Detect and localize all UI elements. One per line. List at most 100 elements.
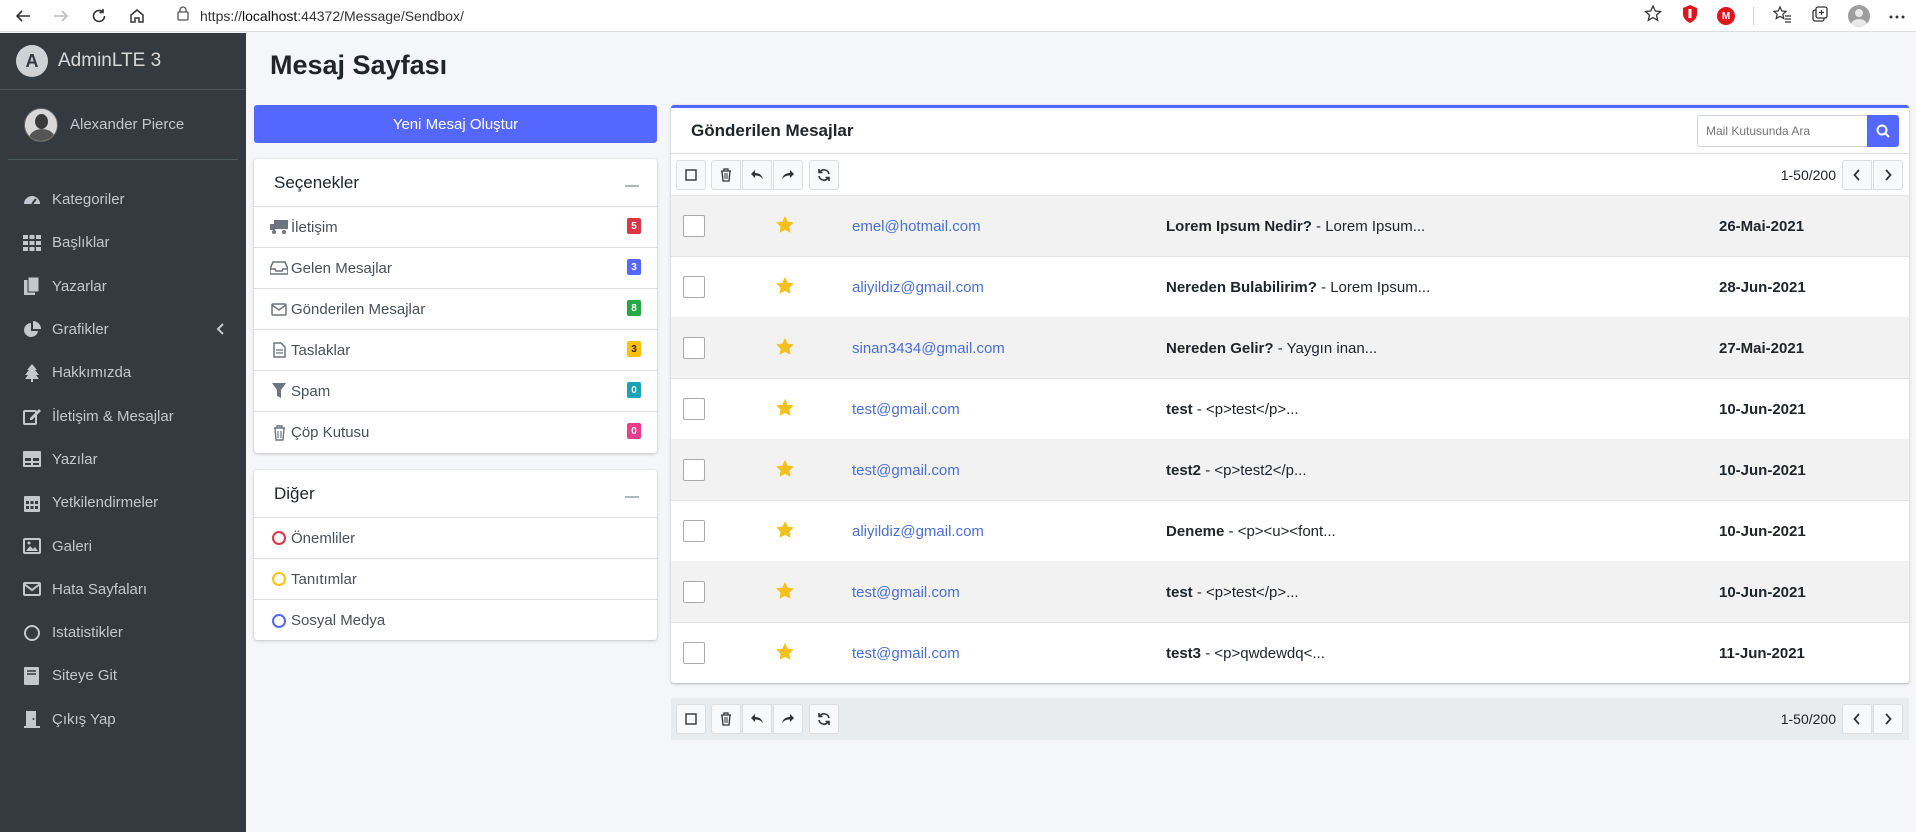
star-icon[interactable] (776, 521, 794, 543)
mail-subject[interactable]: Lorem Ipsum Nedir? - Lorem Ipsum... (1166, 218, 1425, 235)
star-icon[interactable] (776, 338, 794, 360)
label-onemliler[interactable]: Önemliler (254, 518, 657, 559)
mail-row[interactable]: test@gmail.com test - <p>test</p>... 10-Ju… (671, 379, 1909, 440)
star-icon[interactable] (776, 643, 794, 665)
folder-iletisim[interactable]: İletişim 5 (254, 207, 657, 248)
mail-date: 27-Mai-2021 (1719, 339, 1805, 357)
select-all-button[interactable] (676, 159, 706, 190)
next-page-button[interactable] (1873, 704, 1903, 734)
search-input[interactable] (1697, 115, 1867, 147)
sidebar-item-yazarlar[interactable]: Yazarlar (0, 265, 246, 308)
address-bar[interactable]: https://localhost:44372/Message/Sendbox/ (176, 3, 1596, 29)
sidebar-item-cikis-yap[interactable]: Çıkış Yap (0, 698, 246, 741)
row-checkbox[interactable] (683, 520, 705, 542)
forward-button[interactable] (773, 704, 803, 734)
extension-m-icon[interactable]: M (1717, 7, 1735, 25)
sidebar-item-siteye-git[interactable]: Siteye Git (0, 654, 246, 697)
forward-button[interactable] (773, 159, 803, 190)
refresh-icon[interactable] (80, 0, 118, 32)
label-tanitimlar[interactable]: Tanıtımlar (254, 559, 657, 600)
mail-sender[interactable]: test@gmail.com (852, 462, 960, 479)
folder-spam[interactable]: Spam 0 (254, 371, 657, 412)
sidebar-item-hakkimizda[interactable]: Hakkımızda (0, 351, 246, 394)
mail-preview: - Lorem Ipsum... (1311, 217, 1426, 235)
sidebar-item-istatistikler[interactable]: Istatistikler (0, 611, 246, 654)
sidebar-item-iletisim-mesajlar[interactable]: İletişim & Mesajlar (0, 394, 246, 437)
more-menu-icon[interactable] (1888, 7, 1906, 25)
row-checkbox[interactable] (683, 215, 705, 237)
row-checkbox[interactable] (683, 459, 705, 481)
delete-button[interactable] (711, 704, 741, 734)
mail-sender[interactable]: aliyildiz@gmail.com (852, 523, 984, 540)
mail-sender[interactable]: sinan3434@gmail.com (852, 340, 1005, 357)
star-icon[interactable] (776, 277, 794, 299)
forward-icon[interactable] (42, 0, 80, 32)
home-icon[interactable] (118, 0, 156, 32)
profile-avatar-icon[interactable] (1848, 5, 1870, 27)
mail-subject[interactable]: test - <p>test</p>... (1166, 401, 1299, 418)
delete-button[interactable] (711, 159, 741, 190)
collapse-minus-icon[interactable] (625, 496, 639, 498)
mail-sender[interactable]: test@gmail.com (852, 645, 960, 662)
folder-taslaklar[interactable]: Taslaklar 3 (254, 330, 657, 371)
favorites-icon[interactable] (1772, 4, 1792, 29)
mail-subject[interactable]: test2 - <p>test2</p... (1166, 462, 1307, 479)
prev-page-button[interactable] (1842, 160, 1872, 190)
mail-row[interactable]: test@gmail.com test3 - <p>qwdewdq<... 11-J… (671, 623, 1909, 684)
sidebar-item-yazilar[interactable]: Yazılar (0, 438, 246, 481)
row-checkbox[interactable] (683, 337, 705, 359)
collections-icon[interactable] (1810, 4, 1830, 29)
folder-cop-kutusu[interactable]: Çöp Kutusu 0 (254, 412, 657, 453)
mail-sender[interactable]: test@gmail.com (852, 584, 960, 601)
mail-subject[interactable]: Nereden Gelir? - Yaygın inan... (1166, 340, 1377, 357)
sidebar-item-grafikler[interactable]: Grafikler (0, 308, 246, 351)
prev-page-button[interactable] (1842, 704, 1872, 734)
label-sosyal-medya[interactable]: Sosyal Medya (254, 600, 657, 641)
sidebar-item-yetkilendirmeler[interactable]: Yetkilendirmeler (0, 481, 246, 524)
mail-sender[interactable]: emel@hotmail.com (852, 218, 981, 235)
mail-row[interactable]: sinan3434@gmail.com Nereden Gelir? - Yayg… (671, 318, 1909, 379)
user-name: Alexander Pierce (70, 116, 185, 133)
row-checkbox[interactable] (683, 642, 705, 664)
star-icon[interactable] (776, 216, 794, 238)
mail-sender[interactable]: test@gmail.com (852, 401, 960, 418)
mail-row[interactable]: aliyildiz@gmail.com Nereden Bulabilirim? … (671, 257, 1909, 318)
sidebar-item-kategoriler[interactable]: Kategoriler (0, 178, 246, 221)
star-icon[interactable] (776, 582, 794, 604)
favorite-star-icon[interactable] (1643, 3, 1663, 29)
folder-gelen-mesajlar[interactable]: Gelen Mesajlar 3 (254, 248, 657, 289)
star-icon[interactable] (776, 460, 794, 482)
mail-preview: - <p>qwdewdq<... (1201, 644, 1325, 662)
mail-row[interactable]: test@gmail.com test2 - <p>test2</p... 10-J… (671, 440, 1909, 501)
mail-sender[interactable]: aliyildiz@gmail.com (852, 279, 984, 296)
folder-gonderilen-mesajlar[interactable]: Gönderilen Mesajlar 8 (254, 289, 657, 330)
sidebar-item-hata-sayfalari[interactable]: Hata Sayfaları (0, 568, 246, 611)
row-checkbox[interactable] (683, 581, 705, 603)
star-icon[interactable] (776, 399, 794, 421)
compose-button[interactable]: Yeni Mesaj Oluştur (254, 105, 657, 143)
mail-preview: - Yaygın inan... (1273, 339, 1378, 357)
row-checkbox[interactable] (683, 276, 705, 298)
next-page-button[interactable] (1873, 160, 1903, 190)
refresh-button[interactable] (809, 159, 839, 190)
reply-button[interactable] (742, 159, 772, 190)
back-icon[interactable] (4, 0, 42, 32)
brand-link[interactable]: A AdminLTE 3 (0, 33, 246, 90)
extension-shield-icon[interactable] (1681, 4, 1699, 29)
row-checkbox[interactable] (683, 398, 705, 420)
mail-subject[interactable]: Deneme - <p><u><font... (1166, 523, 1336, 540)
user-panel[interactable]: Alexander Pierce (8, 90, 238, 160)
collapse-minus-icon[interactable] (625, 185, 639, 187)
refresh-button[interactable] (809, 704, 839, 734)
mail-row[interactable]: test@gmail.com test - <p>test</p>... 10-Ju… (671, 562, 1909, 623)
sidebar-item-basliklar[interactable]: Başlıklar (0, 221, 246, 264)
mail-subject[interactable]: Nereden Bulabilirim? - Lorem Ipsum... (1166, 279, 1430, 296)
mail-row[interactable]: aliyildiz@gmail.com Deneme - <p><u><font.… (671, 501, 1909, 562)
search-button[interactable] (1867, 115, 1899, 147)
sidebar-item-galeri[interactable]: Galeri (0, 524, 246, 567)
select-all-button[interactable] (676, 704, 706, 734)
reply-button[interactable] (742, 704, 772, 734)
mail-subject[interactable]: test3 - <p>qwdewdq<... (1166, 645, 1325, 662)
mail-row[interactable]: emel@hotmail.com Lorem Ipsum Nedir? - Lor… (671, 196, 1909, 257)
mail-subject[interactable]: test - <p>test</p>... (1166, 584, 1299, 601)
